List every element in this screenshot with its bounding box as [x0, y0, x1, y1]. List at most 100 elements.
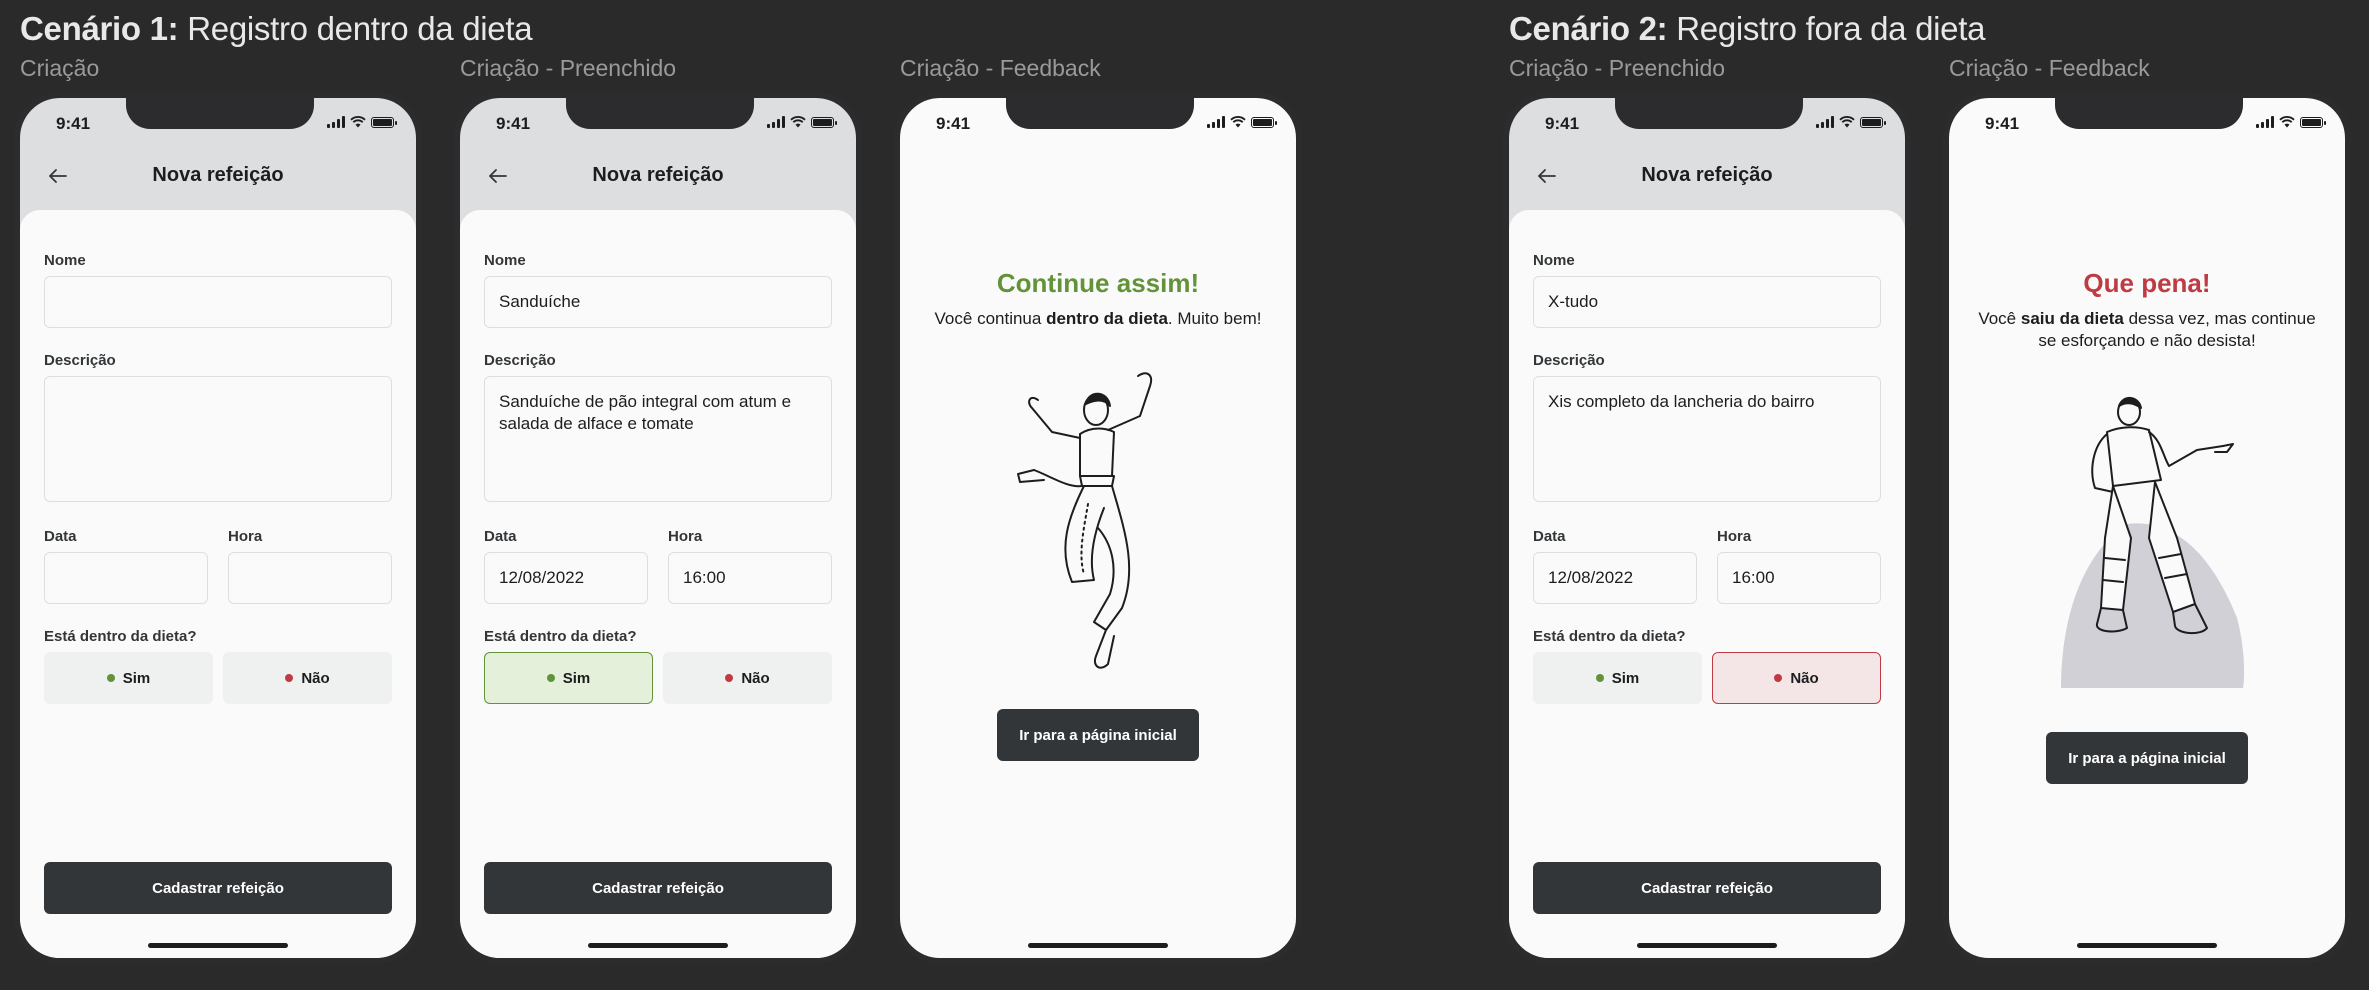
status-time: 9:41	[936, 114, 971, 133]
notch	[1006, 98, 1194, 129]
date-label: Data	[44, 528, 77, 545]
header-title: Nova refeição	[592, 164, 724, 186]
scenario-2-number: Cenário 2:	[1509, 10, 1668, 47]
hour-input[interactable]: 16:00	[668, 552, 832, 604]
option-no[interactable]: Não	[1712, 652, 1881, 704]
option-no[interactable]: Não	[663, 652, 832, 704]
signal-icon	[767, 116, 785, 128]
battery-icon	[2300, 116, 2326, 128]
description-label: Descrição	[44, 352, 116, 369]
feedback-message-bold: dentro da dieta	[1046, 309, 1168, 328]
option-no-label: Não	[741, 669, 770, 687]
name-input[interactable]	[44, 276, 392, 328]
scenario-1-title: Cenário 1: Registro dentro da dieta	[20, 10, 533, 48]
option-no-label: Não	[301, 669, 330, 687]
status-icons	[327, 116, 397, 128]
hour-label: Hora	[228, 528, 263, 545]
description-input[interactable]: Xis completo da lancheria do bairro	[1533, 376, 1881, 502]
feedback-message: Você continua dentro da dieta. Muito bem…	[924, 308, 1272, 330]
date-input[interactable]: 12/08/2022	[484, 552, 648, 604]
feedback-message-post: . Muito bem!	[1167, 309, 1262, 328]
status-icons	[1816, 116, 1886, 128]
name-label: Nome	[484, 252, 526, 269]
hour-label: Hora	[1717, 528, 1752, 545]
home-indicator	[148, 943, 288, 948]
wifi-icon	[790, 116, 806, 128]
status-time: 9:41	[1545, 114, 1580, 133]
home-indicator	[1637, 943, 1777, 948]
option-yes-label: Sim	[122, 669, 151, 687]
screen: 9:41 Que pena! Você saiu da dieta dessa …	[1949, 98, 2345, 958]
frame-label-preenchido: Criação - Preenchido	[460, 55, 677, 81]
date-input[interactable]: 12/08/2022	[1533, 552, 1697, 604]
signal-icon	[1816, 116, 1834, 128]
green-dot-icon	[106, 674, 115, 682]
home-indicator	[2077, 943, 2217, 948]
wifi-icon	[2279, 116, 2295, 128]
description-input[interactable]	[44, 376, 392, 502]
signal-icon	[2256, 116, 2274, 128]
header-title: Nova refeição	[1641, 164, 1773, 186]
status-icons	[1207, 116, 1277, 128]
frame-label-criacao: Criação	[20, 55, 100, 81]
option-yes[interactable]: Sim	[484, 652, 653, 704]
submit-button[interactable]: Cadastrar refeição	[1533, 862, 1881, 914]
green-dot-icon	[1595, 674, 1604, 682]
diet-question: Está dentro da dieta?	[44, 628, 197, 645]
phone-frame-feedback-negative: 9:41 Que pena! Você saiu da dieta dessa …	[1943, 92, 2351, 964]
sitting-man-illustration	[2061, 397, 2245, 688]
option-yes[interactable]: Sim	[1533, 652, 1702, 704]
signal-icon	[1207, 116, 1225, 128]
feedback-message-bold: saiu da dieta	[2020, 309, 2124, 328]
status-icons	[2256, 116, 2326, 128]
date-input[interactable]	[44, 552, 208, 604]
home-indicator	[588, 943, 728, 948]
screen: 9:41 Nova refeição Nome X-tudo Descrição…	[1509, 98, 1905, 958]
home-button[interactable]: Ir para a página inicial	[2046, 732, 2248, 784]
home-indicator	[1028, 943, 1168, 948]
date-label: Data	[1533, 528, 1566, 545]
red-dot-icon	[725, 674, 734, 682]
status-time: 9:41	[1985, 114, 2020, 133]
option-no-label: Não	[1790, 669, 1819, 687]
feedback-message: Você saiu da dieta dessa vez, mas contin…	[1973, 308, 2321, 352]
feedback-title: Que pena!	[2083, 268, 2211, 298]
option-yes[interactable]: Sim	[44, 652, 213, 704]
screen: 9:41 Nova refeição Nome Sanduíche Descri…	[460, 98, 856, 958]
description-input[interactable]: Sanduíche de pão integral com atum e sal…	[484, 376, 832, 502]
option-no[interactable]: Não	[223, 652, 392, 704]
name-input[interactable]: X-tudo	[1533, 276, 1881, 328]
scenario-2-description: Registro fora da dieta	[1667, 10, 1986, 47]
status-icons	[767, 116, 837, 128]
notch	[2055, 98, 2243, 129]
hour-input[interactable]: 16:00	[1717, 552, 1881, 604]
wifi-icon	[1230, 116, 1246, 128]
form-sheet: Nome Sanduíche Descrição Sanduíche de pã…	[460, 210, 856, 958]
frame-label-feedback: Criação - Feedback	[900, 55, 1101, 81]
wifi-icon	[1839, 116, 1855, 128]
option-yes-label: Sim	[1611, 669, 1640, 687]
hour-label: Hora	[668, 528, 703, 545]
submit-button[interactable]: Cadastrar refeição	[44, 862, 392, 914]
name-label: Nome	[1533, 252, 1575, 269]
home-button[interactable]: Ir para a página inicial	[997, 709, 1199, 761]
battery-icon	[1860, 116, 1886, 128]
notch	[126, 98, 314, 129]
battery-icon	[811, 116, 837, 128]
form-sheet: Nome Descrição Data Hora Está dentro da …	[20, 210, 416, 958]
screen: 9:41 Continue assim! Você continua dentr…	[900, 98, 1296, 958]
diet-question: Está dentro da dieta?	[484, 628, 637, 645]
feedback-message-pre: Você continua	[934, 309, 1047, 328]
name-input[interactable]: Sanduíche	[484, 276, 832, 328]
feedback-title: Continue assim!	[996, 268, 1200, 298]
notch	[566, 98, 754, 129]
submit-button[interactable]: Cadastrar refeição	[484, 862, 832, 914]
battery-icon	[1251, 116, 1277, 128]
phone-frame-preenchido-fora: 9:41 Nova refeição Nome X-tudo Descrição…	[1503, 92, 1911, 964]
hour-input[interactable]	[228, 552, 392, 604]
phone-frame-feedback-positive: 9:41 Continue assim! Você continua dentr…	[894, 92, 1302, 964]
status-time: 9:41	[56, 114, 91, 133]
description-label: Descrição	[1533, 352, 1605, 369]
green-dot-icon	[546, 674, 555, 682]
date-label: Data	[484, 528, 517, 545]
